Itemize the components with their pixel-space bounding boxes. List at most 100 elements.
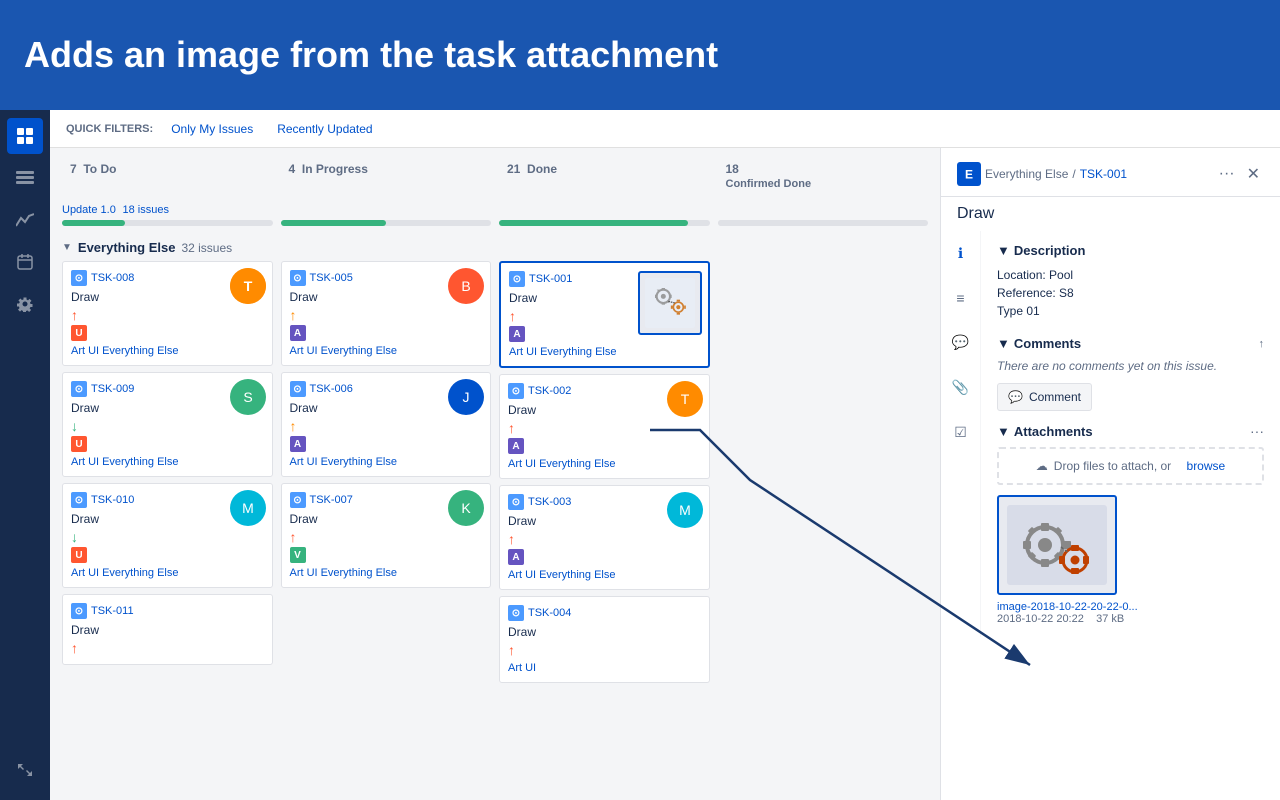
update-row: Update 1.0 18 issues [62, 196, 928, 220]
card-title: Draw [508, 625, 701, 639]
card-id: TSK-001 [529, 273, 572, 285]
card-avatar: T [230, 268, 266, 304]
card-tsk-007[interactable]: ⊙ TSK-007 Draw ↑ V Art UI [281, 483, 492, 588]
detail-actions: ··· ✕ [1215, 160, 1264, 188]
svg-text:S: S [243, 389, 252, 405]
breadcrumb-issue[interactable]: TSK-001 [1080, 167, 1127, 181]
priority-icon: ↑ [508, 531, 515, 547]
card-type-icon: ⊙ [71, 603, 87, 619]
card-tsk-010[interactable]: ⊙ TSK-010 Draw ↓ U Art UI [62, 483, 273, 588]
card-avatar: T [667, 381, 703, 420]
attachments-more-btn[interactable]: ··· [1250, 423, 1264, 439]
card-subtype-icon: A [290, 436, 306, 452]
attachments-section-header: ▼ Attachments ··· [997, 423, 1264, 439]
card-tsk-006[interactable]: ⊙ TSK-006 Draw ↑ A Art UI [281, 372, 492, 477]
column-headers: 7 To Do 4 In Progress 21 Done 18 Confirm… [50, 148, 940, 196]
banner-text: Adds an image from the task attachment [24, 34, 718, 76]
card-type-icon: ⊙ [290, 270, 306, 286]
progress-bar-confirmed [718, 220, 929, 226]
description-section-title: ▼ Description [997, 243, 1264, 258]
card-tsk-011[interactable]: ⊙ TSK-011 Draw ↑ [62, 594, 273, 665]
card-tsk-005[interactable]: ⊙ TSK-005 Draw ↑ A Art UI [281, 261, 492, 366]
quick-filter-my-issues[interactable]: Only My Issues [165, 120, 259, 138]
card-id: TSK-011 [91, 605, 134, 617]
card-tsk-009[interactable]: ⊙ TSK-009 Draw ↓ U Art UI [62, 372, 273, 477]
detail-icon-info[interactable]: ℹ [952, 239, 969, 268]
kanban-board: 7 To Do 4 In Progress 21 Done 18 Confirm… [50, 148, 940, 800]
card-id: TSK-005 [310, 272, 353, 284]
progress-bar-inprogress [281, 220, 492, 226]
card-id: TSK-006 [310, 383, 353, 395]
progress-bar-todo [62, 220, 273, 226]
card-tags: Art UI Everything Else [71, 456, 264, 468]
detail-icon-comment[interactable]: 💬 [946, 328, 975, 357]
detail-icons-col: ℹ ≡ 💬 📎 ☑ [941, 231, 981, 637]
card-tsk-002[interactable]: ⊙ TSK-002 Draw ↑ A Art UI [499, 374, 710, 479]
card-type-icon: ⊙ [71, 381, 87, 397]
quick-filter-recently-updated[interactable]: Recently Updated [271, 120, 378, 138]
svg-text:B: B [461, 278, 470, 294]
priority-icon: ↑ [290, 529, 297, 545]
detail-close-btn[interactable]: ✕ [1243, 160, 1264, 188]
sidebar-icon-settings[interactable] [7, 286, 43, 322]
card-id: TSK-003 [528, 496, 571, 508]
attachments-chevron: ▼ [997, 424, 1010, 439]
card-type-icon: ⊙ [509, 271, 525, 287]
swimlane-header-everything-else[interactable]: ▼ Everything Else 32 issues [62, 234, 928, 261]
card-tags: Art UI Everything Else [290, 345, 483, 357]
card-type-icon: ⊙ [71, 492, 87, 508]
card-id: TSK-002 [528, 385, 571, 397]
priority-icon: ↓ [71, 418, 78, 434]
card-avatar: B [448, 268, 484, 307]
svg-text:E: E [965, 168, 973, 182]
card-avatar: M [667, 492, 703, 531]
card-title: Draw [509, 291, 632, 305]
description-chevron: ▼ [997, 243, 1010, 258]
card-subtype-icon: A [509, 326, 525, 342]
card-avatar: K [448, 490, 484, 529]
card-tags: Art UI Everything Else [290, 456, 483, 468]
comment-sort-icon[interactable]: ↑ [1259, 338, 1265, 350]
card-subtype-icon: U [71, 325, 87, 341]
column-confirmed-cards [718, 261, 929, 683]
priority-icon: ↑ [509, 308, 516, 324]
drop-zone[interactable]: ☁ Drop files to attach, or browse [997, 447, 1264, 485]
card-tsk-001[interactable]: ⊙ TSK-001 Draw ↑ A Art [499, 261, 710, 368]
card-id: TSK-009 [91, 383, 134, 395]
detail-icon-checklist[interactable]: ☑ [948, 418, 973, 447]
detail-icon-attach[interactable]: 📎 [946, 373, 975, 402]
breadcrumb-project: Everything Else [985, 167, 1068, 181]
board-area: 7 To Do 4 In Progress 21 Done 18 Confirm… [50, 148, 1280, 800]
sidebar-icon-board[interactable] [7, 118, 43, 154]
comment-button[interactable]: 💬 Comment [997, 383, 1092, 411]
card-tsk-004[interactable]: ⊙ TSK-004 Draw ↑ Art UI [499, 596, 710, 683]
svg-text:J: J [463, 389, 470, 405]
detail-title: Draw [941, 197, 1280, 231]
sidebar-icon-reports[interactable] [7, 202, 43, 238]
column-inprogress-cards: ⊙ TSK-005 Draw ↑ A Art UI [281, 261, 492, 683]
attachment-thumb[interactable] [997, 495, 1117, 595]
drop-text: Drop files to attach, or [1054, 459, 1171, 473]
detail-icon-list[interactable]: ≡ [950, 284, 970, 312]
card-type-icon: ⊙ [508, 383, 524, 399]
detail-more-btn[interactable]: ··· [1215, 160, 1239, 188]
col-header-todo: 7 To Do [62, 156, 273, 196]
card-tsk-003[interactable]: ⊙ TSK-003 Draw ↑ A Art UI [499, 485, 710, 590]
sidebar-icon-expand[interactable] [7, 752, 43, 788]
todo-count: 7 [70, 162, 77, 176]
description-text: Location: Pool Reference: S8 Type 01 [997, 266, 1264, 320]
quick-filters-bar: QUICK FILTERS: Only My Issues Recently U… [50, 110, 1280, 148]
banner: Adds an image from the task attachment [0, 0, 1280, 110]
attachment-filename[interactable]: image-2018-10-22-20-22-0... [997, 601, 1264, 613]
sidebar-icon-backlog[interactable] [7, 160, 43, 196]
browse-link[interactable]: browse [1187, 459, 1226, 473]
sidebar-icon-calendar[interactable] [7, 244, 43, 280]
card-avatar: S [230, 379, 266, 418]
card-avatar: J [448, 379, 484, 418]
card-type-icon: ⊙ [71, 270, 87, 286]
column-todo-cards: ⊙ TSK-008 Draw ↑ U Art UI [62, 261, 273, 683]
svg-text:K: K [461, 500, 471, 516]
card-tags: Art UI [508, 662, 701, 674]
card-type-icon: ⊙ [290, 381, 306, 397]
card-tsk-008[interactable]: ⊙ TSK-008 Draw ↑ U Art UI [62, 261, 273, 366]
